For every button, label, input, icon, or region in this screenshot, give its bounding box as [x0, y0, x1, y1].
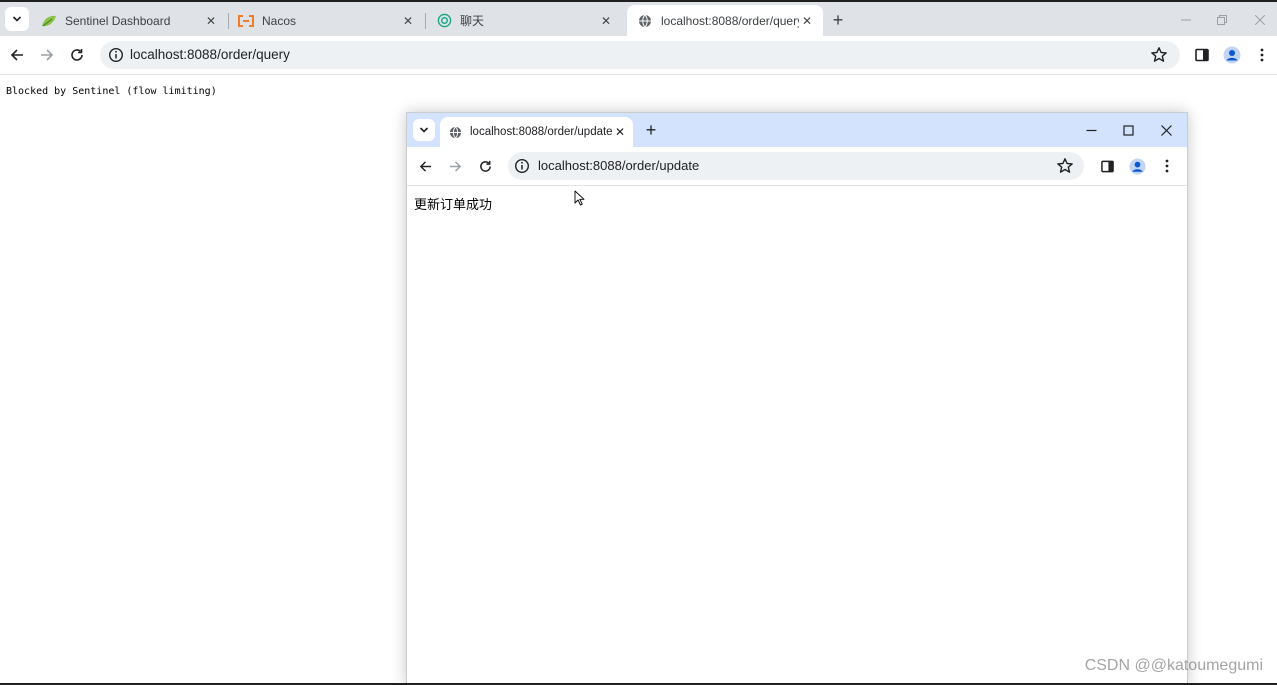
- close-window-button[interactable]: [1155, 119, 1177, 141]
- main-tab-bar: Sentinel Dashboard ✕ Nacos ✕ 聊天 ✕ localh…: [0, 2, 1277, 36]
- tab-title: 聊天: [460, 14, 485, 28]
- nacos-icon: [238, 13, 254, 29]
- close-icon[interactable]: ✕: [613, 125, 627, 139]
- close-window-button[interactable]: [1249, 9, 1271, 31]
- globe-icon: [448, 125, 462, 139]
- address-url[interactable]: localhost:8088/order/update: [538, 158, 699, 173]
- reload-button[interactable]: [66, 44, 88, 66]
- popup-toolbar: localhost:8088/order/update: [407, 147, 1187, 186]
- close-icon: [1160, 124, 1172, 136]
- blocked-message: Blocked by Sentinel (flow limiting): [6, 86, 217, 97]
- update-success-message: 更新订单成功: [414, 198, 493, 213]
- avatar-icon: [1223, 46, 1241, 64]
- tab-order-query[interactable]: localhost:8088/order/query ✕: [627, 5, 823, 36]
- arrow-left-icon: [10, 49, 23, 61]
- menu-button[interactable]: [1251, 44, 1273, 66]
- minimize-icon: [1181, 19, 1191, 21]
- back-button[interactable]: [414, 155, 436, 177]
- tab-title: localhost:8088/order/update: [470, 126, 613, 138]
- new-tab-button[interactable]: +: [828, 10, 848, 30]
- menu-button[interactable]: [1156, 155, 1178, 177]
- close-icon[interactable]: ✕: [203, 13, 219, 29]
- side-panel-button[interactable]: [1096, 155, 1118, 177]
- popup-tab-bar: localhost:8088/order/update ✕ +: [407, 113, 1187, 147]
- close-icon: [1255, 15, 1265, 25]
- more-vert-icon: [1260, 48, 1264, 62]
- reload-button[interactable]: [474, 155, 496, 177]
- star-icon[interactable]: [1150, 46, 1168, 64]
- address-bar[interactable]: localhost:8088/order/query: [100, 41, 1180, 69]
- reload-icon: [71, 49, 83, 61]
- close-icon[interactable]: ✕: [400, 13, 416, 29]
- tab-chat[interactable]: 聊天 ✕: [426, 5, 622, 36]
- forward-button[interactable]: [36, 44, 58, 66]
- globe-icon: [637, 13, 653, 29]
- address-url[interactable]: localhost:8088/order/query: [130, 47, 290, 62]
- arrow-right-icon: [41, 49, 54, 61]
- watermark: CSDN @@katoumegumi: [1084, 657, 1263, 674]
- minimize-button[interactable]: [1175, 9, 1197, 31]
- reload-icon: [479, 160, 491, 172]
- restore-button[interactable]: [1211, 9, 1233, 31]
- minimize-icon: [1086, 129, 1096, 131]
- plus-icon: +: [832, 9, 844, 30]
- profile-button[interactable]: [1221, 44, 1243, 66]
- popup-page-content: 更新订单成功: [407, 186, 1187, 685]
- info-icon[interactable]: [108, 47, 124, 63]
- sentinel-leaf-icon: [41, 13, 57, 29]
- screen: Sentinel Dashboard ✕ Nacos ✕ 聊天 ✕ localh…: [0, 0, 1277, 685]
- tab-title: Nacos: [262, 13, 297, 28]
- more-vert-icon: [1165, 159, 1169, 173]
- new-tab-button[interactable]: +: [641, 120, 661, 140]
- side-panel-icon: [1195, 48, 1209, 62]
- avatar-icon: [1128, 157, 1146, 175]
- mouse-pointer-icon: [574, 190, 585, 206]
- arrow-left-icon: [419, 160, 431, 172]
- address-bar[interactable]: localhost:8088/order/update: [508, 152, 1084, 180]
- main-toolbar: localhost:8088/order/query: [0, 36, 1277, 75]
- tab-title: localhost:8088/order/query: [661, 13, 799, 28]
- tab-sentinel-dashboard[interactable]: Sentinel Dashboard ✕: [31, 5, 227, 36]
- chevron-down-icon: [12, 16, 22, 22]
- tab-search-button[interactable]: [5, 7, 29, 31]
- tab-order-update[interactable]: localhost:8088/order/update ✕: [440, 117, 633, 147]
- tab-title: Sentinel Dashboard: [65, 13, 171, 28]
- star-icon[interactable]: [1056, 157, 1074, 175]
- close-icon[interactable]: ✕: [799, 13, 815, 29]
- restore-icon: [1217, 15, 1227, 25]
- tab-search-button[interactable]: [413, 119, 435, 141]
- side-panel-button[interactable]: [1191, 44, 1213, 66]
- close-icon[interactable]: ✕: [598, 13, 614, 29]
- profile-button[interactable]: [1126, 155, 1148, 177]
- back-button[interactable]: [6, 44, 28, 66]
- chatgpt-icon: [436, 13, 452, 29]
- maximize-icon: [1122, 124, 1134, 136]
- plus-icon: +: [645, 119, 657, 140]
- tab-nacos[interactable]: Nacos ✕: [228, 5, 424, 36]
- info-icon[interactable]: [514, 158, 530, 174]
- side-panel-icon: [1100, 160, 1114, 172]
- minimize-button[interactable]: [1080, 119, 1102, 141]
- popup-browser-window: localhost:8088/order/update ✕ + localhos…: [406, 112, 1188, 685]
- forward-button[interactable]: [444, 155, 466, 177]
- maximize-button[interactable]: [1117, 119, 1139, 141]
- chevron-down-icon: [419, 127, 429, 133]
- arrow-right-icon: [449, 160, 461, 172]
